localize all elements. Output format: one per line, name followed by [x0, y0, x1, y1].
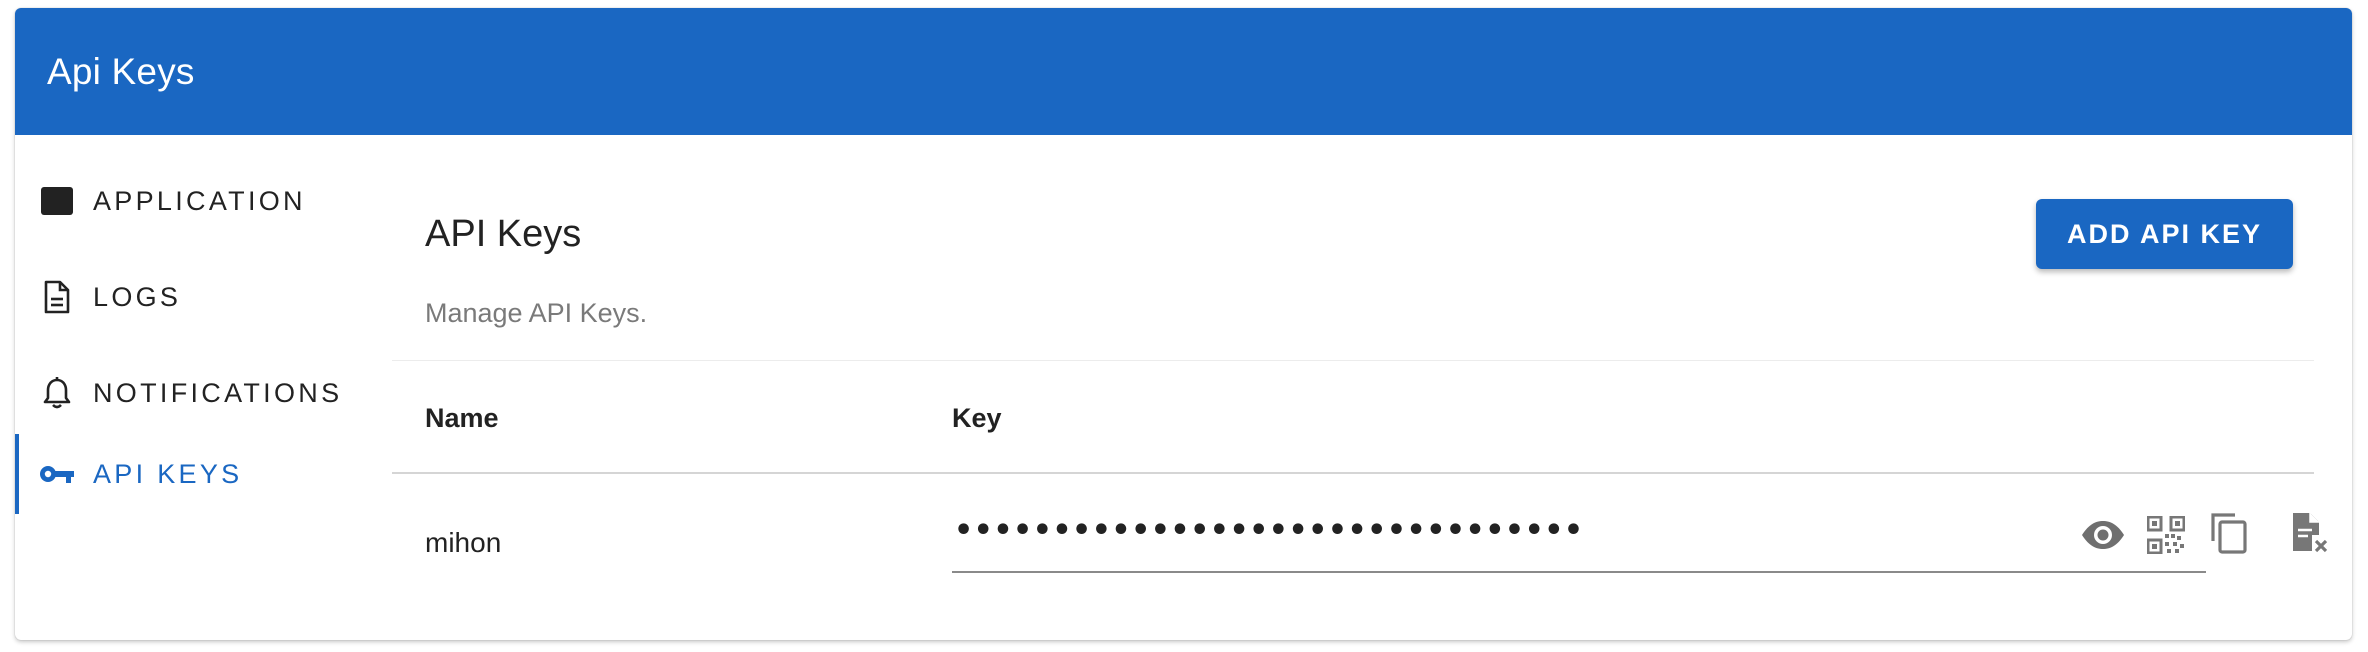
bell-icon: [39, 375, 75, 411]
page-title: API Keys: [425, 213, 582, 255]
sidebar-item-label: NOTIFICATIONS: [93, 377, 343, 408]
sidebar-item-notifications[interactable]: NOTIFICATIONS: [15, 353, 387, 433]
app-title: Api Keys: [47, 51, 195, 92]
add-api-key-button[interactable]: ADD API KEY: [2036, 199, 2293, 269]
sidebar-item-application[interactable]: APPLICATION: [15, 161, 387, 241]
page-subtitle: Manage API Keys.: [425, 298, 648, 328]
document-icon: [39, 279, 75, 315]
sidebar-item-label: APPLICATION: [93, 185, 306, 216]
key-icon: [39, 456, 75, 492]
sidebar-item-logs[interactable]: LOGS: [15, 257, 387, 337]
application-icon: [39, 183, 75, 219]
qr-code-icon[interactable]: [2142, 511, 2190, 559]
api-key-value: ••••••••••••••••••••••••••••••••: [954, 513, 1584, 548]
api-keys-card: Api Keys APPLICATION LOGS NOTIFICATIONS …: [15, 8, 2352, 640]
column-header-name: Name: [425, 403, 499, 433]
sidebar-nav: APPLICATION LOGS NOTIFICATIONS API KEYS: [15, 135, 387, 640]
sidebar-item-label: LOGS: [93, 281, 182, 312]
sidebar-item-label: API KEYS: [93, 458, 243, 489]
divider: [392, 360, 2314, 361]
api-key-field[interactable]: ••••••••••••••••••••••••••••••••: [952, 507, 2328, 573]
api-key-name: mihon: [425, 527, 502, 558]
copy-icon[interactable]: [2205, 509, 2253, 557]
table-header-divider: [392, 472, 2314, 474]
sidebar-item-api-keys[interactable]: API KEYS: [15, 434, 387, 514]
main-content: API Keys Manage API Keys. ADD API KEY Na…: [392, 135, 2332, 640]
delete-file-icon[interactable]: [2286, 509, 2334, 557]
eye-icon[interactable]: [2079, 511, 2127, 559]
column-header-key: Key: [952, 403, 1002, 433]
top-bar: Api Keys: [15, 8, 2352, 135]
